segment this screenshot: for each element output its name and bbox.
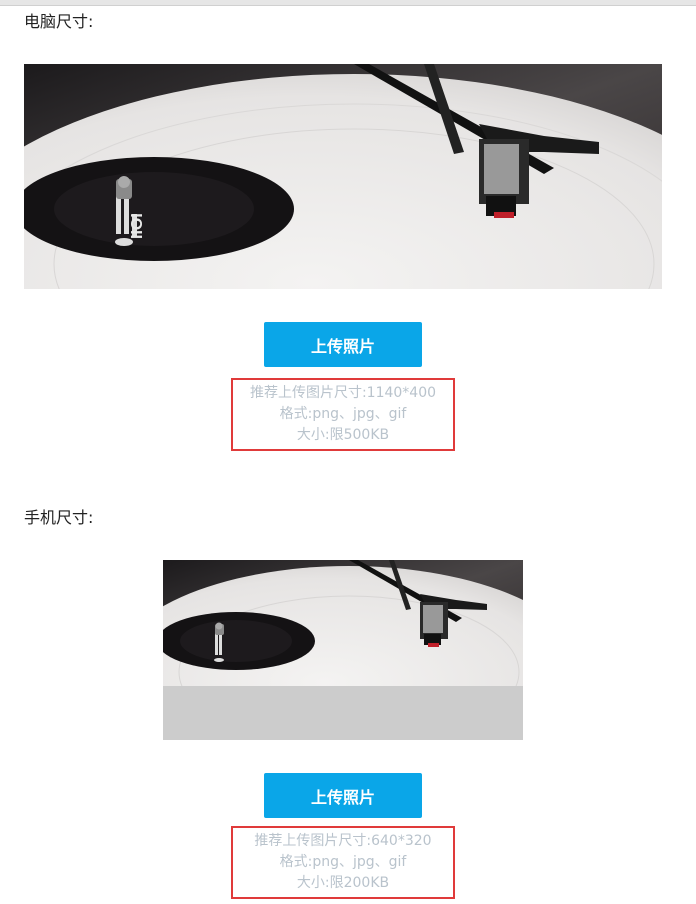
mobile-hint-format: 格式:png、jpg、gif xyxy=(279,854,407,870)
mobile-hint-size: 推荐上传图片尺寸:640*320 xyxy=(254,833,432,849)
desktop-upload-button[interactable]: 上传照片 xyxy=(264,322,422,367)
mobile-size-label: 手机尺寸: xyxy=(24,508,94,527)
desktop-hint-size: 推荐上传图片尺寸:1140*400 xyxy=(249,385,437,401)
mobile-upload-button[interactable]: 上传照片 xyxy=(264,773,422,818)
desktop-upload-hint: 推荐上传图片尺寸:1140*400 格式:png、jpg、gif 大小:限500… xyxy=(231,378,455,451)
mobile-image-placeholder xyxy=(163,686,523,740)
window-top-border xyxy=(0,0,696,6)
mobile-banner-image xyxy=(163,560,523,686)
desktop-banner-image: IIOI xyxy=(24,64,662,289)
desktop-hint-format: 格式:png、jpg、gif xyxy=(279,406,407,422)
desktop-size-label: 电脑尺寸: xyxy=(24,12,94,31)
record-label-text: IIOI xyxy=(129,213,146,239)
mobile-hint-limit: 大小:限200KB xyxy=(296,875,390,891)
desktop-hint-limit: 大小:限500KB xyxy=(296,427,390,443)
mobile-upload-hint: 推荐上传图片尺寸:640*320 格式:png、jpg、gif 大小:限200K… xyxy=(231,826,455,899)
